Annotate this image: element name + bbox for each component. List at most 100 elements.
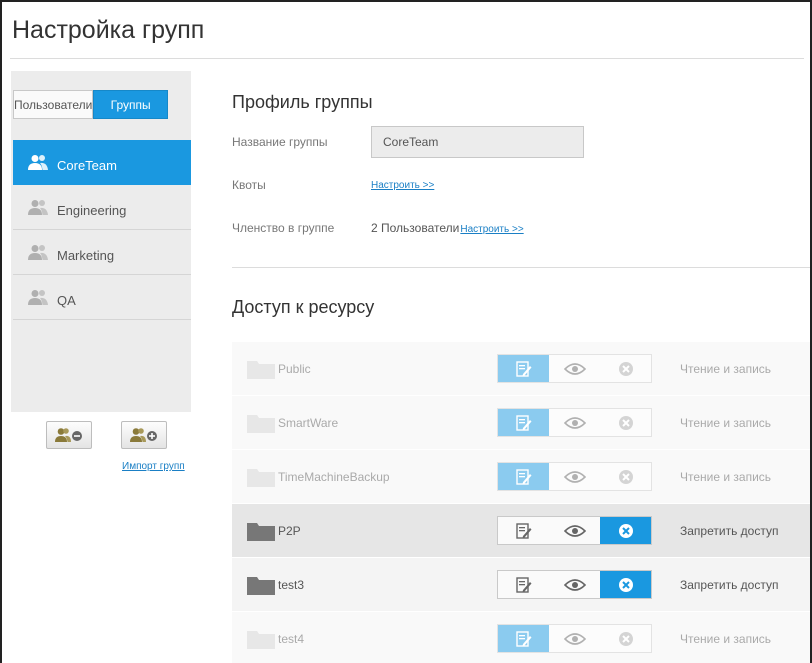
eye-icon (563, 362, 586, 375)
share-row[interactable]: SmartWare Чтение и запись (232, 396, 810, 449)
group-icon (28, 155, 48, 170)
membership-label: Членство в группе (232, 221, 335, 235)
permission-status: Чтение и запись (680, 631, 772, 646)
folder-icon (247, 630, 275, 649)
share-row[interactable]: Public Чтение и запись (232, 342, 810, 395)
read-write-button[interactable] (498, 409, 549, 436)
permission-toggle-group (497, 408, 652, 437)
edit-icon (515, 414, 531, 431)
users-groups-switcher: Пользователи Группы (13, 90, 168, 119)
group-item-coreteam[interactable]: CoreTeam (13, 140, 191, 185)
permission-toggle-group (497, 516, 652, 545)
share-name: Public (278, 361, 311, 376)
group-item-label: CoreTeam (57, 157, 117, 173)
deny-access-button[interactable] (600, 355, 651, 382)
read-write-button[interactable] (498, 355, 549, 382)
folder-icon (247, 576, 275, 595)
import-groups-link[interactable]: Импорт групп (122, 461, 185, 472)
read-write-button[interactable] (498, 625, 549, 652)
eye-icon (563, 578, 586, 591)
folder-icon (247, 414, 275, 433)
share-name: test4 (278, 631, 305, 646)
edit-icon (515, 576, 531, 593)
eye-icon (563, 524, 586, 537)
folder-icon (247, 522, 275, 541)
read-only-button[interactable] (549, 355, 600, 382)
edit-icon (515, 630, 531, 647)
add-group-icon (130, 428, 157, 442)
share-name: TimeMachineBackup (278, 469, 390, 484)
read-only-button[interactable] (549, 625, 600, 652)
edit-icon (515, 522, 531, 539)
deny-icon (618, 631, 633, 646)
deny-access-button[interactable] (600, 463, 651, 490)
permission-status: Чтение и запись (680, 415, 772, 430)
tab-groups[interactable]: Группы (93, 90, 168, 119)
deny-icon (618, 361, 633, 376)
membership-count: 2 Пользователи (371, 221, 460, 235)
eye-icon (563, 416, 586, 429)
permission-status: Чтение и запись (680, 361, 772, 376)
permission-status: Чтение и запись (680, 469, 772, 484)
read-only-button[interactable] (549, 409, 600, 436)
permission-toggle-group (497, 462, 652, 491)
group-item-label: QA (57, 292, 76, 308)
group-item-marketing[interactable]: Marketing (13, 230, 191, 275)
group-name-input[interactable] (371, 126, 584, 158)
group-item-label: Marketing (57, 247, 115, 263)
deny-icon (618, 469, 633, 484)
group-icon (28, 290, 48, 305)
folder-icon (247, 468, 275, 487)
group-item-engineering[interactable]: Engineering (13, 185, 191, 230)
read-write-button[interactable] (498, 517, 549, 544)
remove-group-button[interactable] (46, 421, 92, 449)
share-row[interactable]: test4 Чтение и запись (232, 612, 810, 663)
share-name: SmartWare (278, 415, 339, 430)
deny-access-button[interactable] (600, 571, 651, 598)
read-only-button[interactable] (549, 517, 600, 544)
deny-icon (618, 577, 633, 592)
group-item-label: Engineering (57, 202, 127, 218)
permission-toggle-group (497, 624, 652, 653)
deny-access-button[interactable] (600, 625, 651, 652)
page-title: Настройка групп (12, 16, 205, 44)
window: Настройка групп Пользователи Группы Core… (0, 0, 812, 663)
add-group-button[interactable] (121, 421, 167, 449)
group-icon (28, 245, 48, 260)
profile-title: Профиль группы (232, 92, 373, 112)
edit-icon (515, 468, 531, 485)
tab-users[interactable]: Пользователи (13, 90, 94, 119)
membership-configure-link[interactable]: Настроить >> (460, 224, 523, 235)
share-row[interactable]: P2P Запретить доступ (232, 504, 810, 557)
read-write-button[interactable] (498, 571, 549, 598)
membership-info: 2 ПользователиНастроить >> (371, 221, 524, 235)
group-icon (28, 200, 48, 215)
folder-icon (247, 360, 275, 379)
section-divider (232, 267, 810, 268)
read-only-button[interactable] (549, 571, 600, 598)
remove-group-icon (55, 428, 82, 442)
share-name: P2P (278, 523, 301, 538)
share-name: test3 (278, 577, 305, 592)
group-list: CoreTeam Engineering Marketing QA (13, 140, 191, 320)
permission-toggle-group (497, 354, 652, 383)
sidebar-footer (11, 412, 191, 663)
deny-icon (618, 415, 633, 430)
access-title: Доступ к ресурсу (232, 297, 375, 317)
read-write-button[interactable] (498, 463, 549, 490)
permission-status: Запретить доступ (680, 523, 779, 538)
read-only-button[interactable] (549, 463, 600, 490)
quota-label: Квоты (232, 178, 266, 192)
edit-icon (515, 360, 531, 377)
share-row[interactable]: TimeMachineBackup Чтение и запись (232, 450, 810, 503)
deny-access-button[interactable] (600, 517, 651, 544)
group-name-label: Название группы (232, 135, 328, 149)
share-row[interactable]: test3 Запретить доступ (232, 558, 810, 611)
deny-icon (618, 523, 633, 538)
eye-icon (563, 470, 586, 483)
deny-access-button[interactable] (600, 409, 651, 436)
group-item-qa[interactable]: QA (13, 275, 191, 320)
eye-icon (563, 632, 586, 645)
quota-configure-link[interactable]: Настроить >> (371, 180, 434, 191)
permission-toggle-group (497, 570, 652, 599)
